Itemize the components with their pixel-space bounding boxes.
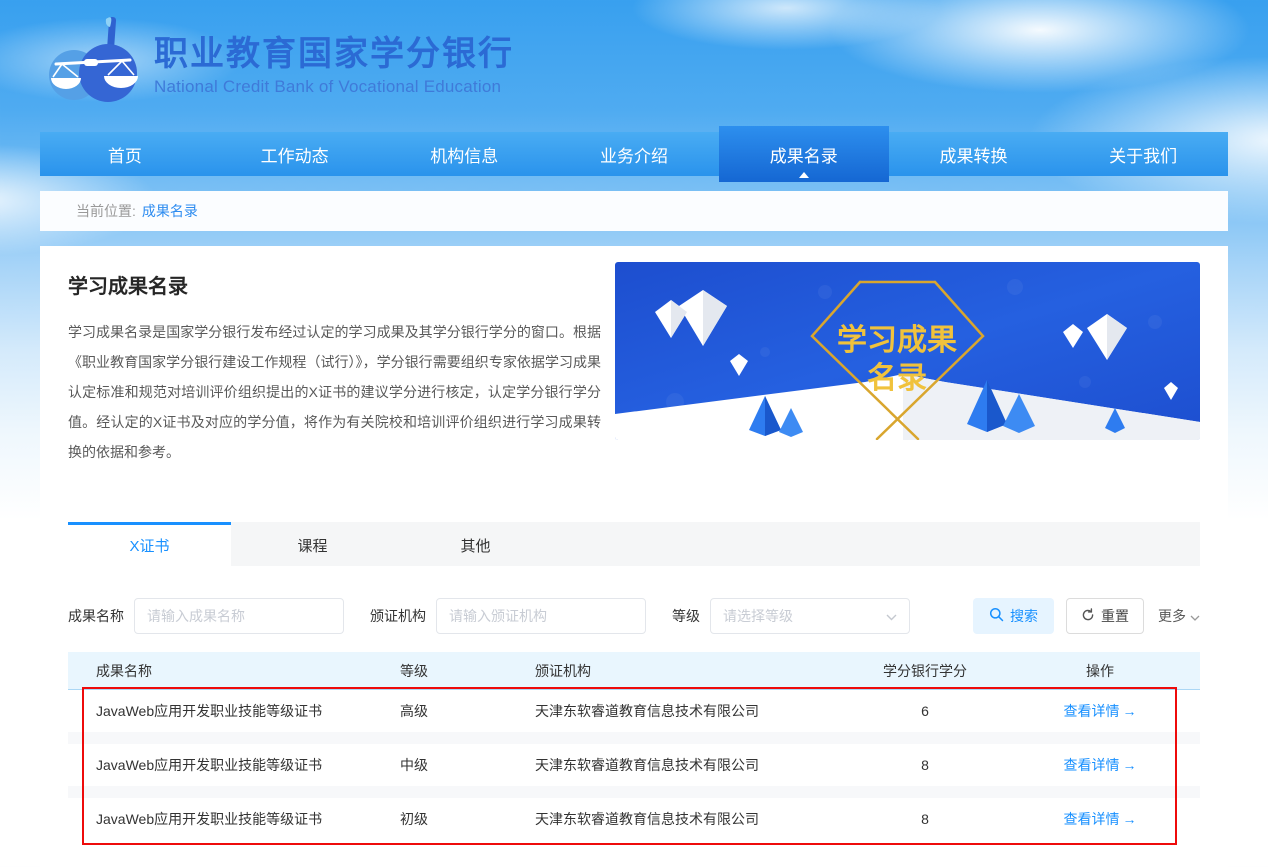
col-header-action: 操作 — [1000, 661, 1200, 681]
col-header-credits: 学分银行学分 — [850, 661, 1000, 681]
arrow-right-icon: → — [1123, 757, 1137, 773]
view-details-link[interactable]: 查看详情→ — [1064, 811, 1137, 827]
tab-x-certificate[interactable]: X证书 — [68, 522, 231, 566]
main-nav: 首页 工作动态 机构信息 业务介绍 成果名录 成果转换 关于我们 — [40, 132, 1228, 176]
svg-text:学习成果: 学习成果 — [837, 323, 957, 357]
view-details-link[interactable]: 查看详情→ — [1064, 703, 1137, 719]
cert-credits: 8 — [850, 757, 1000, 773]
category-tabs: X证书 课程 其他 — [68, 522, 1200, 566]
nav-item-news[interactable]: 工作动态 — [210, 132, 380, 176]
cert-org: 天津东软睿道教育信息技术有限公司 — [535, 755, 850, 775]
name-filter-label: 成果名称 — [68, 606, 124, 626]
level-select[interactable]: 请选择等级 — [710, 598, 910, 634]
page-title: 学习成果名录 — [68, 270, 601, 299]
site-header: 职业教育国家学分银行 National Credit Bank of Vocat… — [40, 0, 1228, 132]
filter-bar: 成果名称 颁证机构 等级 请选择等级 搜索 — [68, 598, 1200, 634]
cert-credits: 8 — [850, 811, 1000, 827]
reset-button[interactable]: 重置 — [1066, 598, 1144, 634]
refresh-icon — [1081, 608, 1095, 625]
chevron-down-icon — [1190, 608, 1200, 624]
intro-paragraph: 学习成果名录是国家学分银行发布经过认定的学习成果及其学分银行学分的窗口。根据《职… — [68, 317, 601, 467]
site-title: 职业教育国家学分银行 — [154, 35, 514, 74]
breadcrumb-current-link[interactable]: 成果名录 — [142, 201, 198, 221]
more-filters-toggle[interactable]: 更多 — [1158, 606, 1200, 626]
search-icon — [989, 607, 1004, 625]
nav-item-achievement-list[interactable]: 成果名录 — [719, 126, 889, 182]
achievement-banner: 学习成果 名录 — [615, 262, 1200, 440]
site-subtitle: National Credit Bank of Vocational Educa… — [154, 77, 514, 97]
col-header-org: 颁证机构 — [535, 661, 850, 681]
view-details-link[interactable]: 查看详情→ — [1064, 757, 1137, 773]
cert-level: 初级 — [400, 809, 535, 829]
brand-text: 职业教育国家学分银行 National Credit Bank of Vocat… — [154, 35, 514, 97]
breadcrumb: 当前位置: 成果名录 — [40, 191, 1228, 231]
filter-actions: 搜索 重置 更多 — [973, 598, 1200, 634]
svg-text:名录: 名录 — [867, 362, 927, 395]
col-header-level: 等级 — [400, 661, 535, 681]
intro-text-block: 学习成果名录 学习成果名录是国家学分银行发布经过认定的学习成果及其学分银行学分的… — [68, 262, 601, 467]
table-row: JavaWeb应用开发职业技能等级证书 高级 天津东软睿道教育信息技术有限公司 … — [68, 690, 1200, 732]
nav-item-conversion[interactable]: 成果转换 — [889, 132, 1059, 176]
nav-item-institutions[interactable]: 机构信息 — [379, 132, 549, 176]
tab-other[interactable]: 其他 — [394, 522, 557, 566]
table-header-row: 成果名称 等级 颁证机构 学分银行学分 操作 — [68, 652, 1200, 690]
results-table: 成果名称 等级 颁证机构 学分银行学分 操作 JavaWeb应用开发职业技能等级… — [68, 652, 1200, 840]
table-row: JavaWeb应用开发职业技能等级证书 初级 天津东软睿道教育信息技术有限公司 … — [68, 798, 1200, 840]
table-row: JavaWeb应用开发职业技能等级证书 中级 天津东软睿道教育信息技术有限公司 … — [68, 744, 1200, 786]
cert-name: JavaWeb应用开发职业技能等级证书 — [68, 809, 400, 829]
breadcrumb-prefix: 当前位置: — [76, 201, 136, 221]
cert-org: 天津东软睿道教育信息技术有限公司 — [535, 701, 850, 721]
intro-section: 学习成果名录 学习成果名录是国家学分银行发布经过认定的学习成果及其学分银行学分的… — [68, 262, 1200, 467]
arrow-right-icon: → — [1123, 703, 1137, 719]
level-select-placeholder: 请选择等级 — [723, 606, 793, 626]
page-shell: 职业教育国家学分银行 National Credit Bank of Vocat… — [40, 0, 1228, 867]
level-filter-label: 等级 — [672, 606, 700, 626]
nav-item-about[interactable]: 关于我们 — [1058, 132, 1228, 176]
search-button[interactable]: 搜索 — [973, 598, 1054, 634]
cert-org: 天津东软睿道教育信息技术有限公司 — [535, 809, 850, 829]
col-header-name: 成果名称 — [68, 661, 400, 681]
active-nav-caret-icon — [799, 172, 809, 178]
credit-bank-scales-logo-icon — [46, 15, 140, 118]
site-logo[interactable]: 职业教育国家学分银行 National Credit Bank of Vocat… — [46, 15, 514, 118]
cert-credits: 6 — [850, 703, 1000, 719]
org-filter-label: 颁证机构 — [370, 606, 426, 626]
cert-name: JavaWeb应用开发职业技能等级证书 — [68, 701, 400, 721]
nav-item-home[interactable]: 首页 — [40, 132, 210, 176]
cert-level: 高级 — [400, 701, 535, 721]
arrow-right-icon: → — [1123, 811, 1137, 827]
table-body: JavaWeb应用开发职业技能等级证书 高级 天津东软睿道教育信息技术有限公司 … — [68, 690, 1200, 840]
nav-item-services[interactable]: 业务介绍 — [549, 132, 719, 176]
content-card: 学习成果名录 学习成果名录是国家学分银行发布经过认定的学习成果及其学分银行学分的… — [40, 246, 1228, 867]
name-filter-input[interactable] — [134, 598, 344, 634]
cert-level: 中级 — [400, 755, 535, 775]
tab-courses[interactable]: 课程 — [231, 522, 394, 566]
cert-name: JavaWeb应用开发职业技能等级证书 — [68, 755, 400, 775]
chevron-down-icon — [886, 608, 897, 624]
org-filter-input[interactable] — [436, 598, 646, 634]
